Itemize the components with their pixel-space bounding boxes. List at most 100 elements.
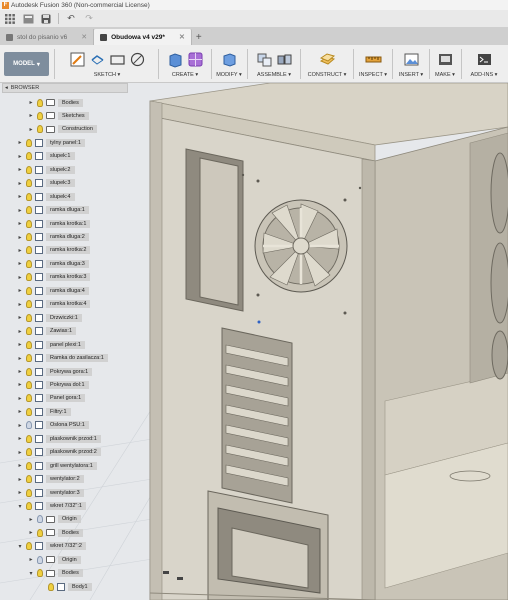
browser-item[interactable]: Body1 [39,581,92,592]
expand-arrow-icon[interactable]: ▸ [17,234,23,241]
expand-arrow-icon[interactable]: ▸ [17,180,23,187]
expand-arrow-icon[interactable]: ▸ [17,381,23,388]
visibility-bulb-icon[interactable] [26,313,32,322]
press-pull-icon[interactable] [221,51,238,68]
browser-item[interactable]: ▸ Zawias:1 [17,326,77,337]
sketch-group[interactable]: SKETCH ▾ [58,48,156,82]
rectangle-icon[interactable] [109,51,126,68]
visibility-bulb-icon[interactable] [26,179,32,188]
create-sketch-icon[interactable] [69,51,86,68]
visibility-bulb-icon[interactable] [48,582,54,591]
visibility-bulb-icon[interactable] [26,448,32,457]
browser-header[interactable]: ◂ BROWSER [2,83,128,93]
visibility-bulb-icon[interactable] [26,152,32,161]
visibility-bulb-icon[interactable] [26,219,32,228]
offset-plane-icon[interactable] [319,51,336,68]
browser-item[interactable]: ▸ tylny panel:1 [17,137,85,148]
browser-item[interactable]: ▸ plaskownik przod:1 [17,433,101,444]
construct-group[interactable]: CONSTRUCT ▾ [303,48,351,82]
visibility-bulb-icon[interactable] [37,528,43,537]
tab-stol-do-pisanio[interactable]: stol do pisanio v6 ✕ [0,29,95,45]
browser-item[interactable]: ▸ Bodies [28,97,83,108]
expand-arrow-icon[interactable]: ▸ [17,355,23,362]
expand-arrow-icon[interactable]: ▸ [17,435,23,442]
inspect-group[interactable]: INSPECT ▾ [356,48,390,82]
collapse-arrow-icon[interactable]: ◂ [5,85,8,91]
visibility-bulb-icon[interactable] [26,367,32,376]
expand-arrow-icon[interactable]: ▸ [17,301,23,308]
browser-item[interactable]: ▸ wentylator:2 [17,474,84,485]
create-group[interactable]: CREATE ▾ [161,48,209,82]
visibility-bulb-icon[interactable] [26,259,32,268]
visibility-bulb-icon[interactable] [26,421,32,430]
browser-item[interactable]: ▸ ramka krotka:1 [17,218,91,229]
expand-arrow-icon[interactable]: ▸ [28,556,34,563]
expand-arrow-icon[interactable]: ▸ [17,408,23,415]
expand-arrow-icon[interactable]: ▸ [17,287,23,294]
expand-arrow-icon[interactable]: ▸ [28,126,34,133]
add-ins-group[interactable]: ADD-INS ▾ [463,48,505,82]
browser-item[interactable]: ▸ Pokrywa dol:1 [17,379,89,390]
visibility-bulb-icon[interactable] [26,407,32,416]
visibility-bulb-icon[interactable] [37,111,43,120]
browser-item[interactable]: ▸ Drzwiczki:1 [17,312,82,323]
browser-item[interactable]: ▸ Bodies [28,527,83,538]
expand-arrow-icon[interactable]: ▸ [17,139,23,146]
visibility-bulb-icon[interactable] [26,461,32,470]
visibility-bulb-icon[interactable] [26,165,32,174]
save-icon[interactable] [40,13,52,25]
expand-arrow-icon[interactable]: ▸ [17,314,23,321]
browser-item[interactable]: ▸ Ramka do zasilacza:1 [17,353,108,364]
expand-arrow-icon[interactable]: ▸ [17,449,23,456]
browser-item[interactable]: ▸ plaskownik przod:2 [17,447,101,458]
browser-item[interactable]: ▸ ramka krotka:4 [17,299,91,310]
expand-arrow-icon[interactable]: ▸ [17,341,23,348]
insert-group[interactable]: INSERT ▾ [395,48,427,82]
expand-open-icon[interactable]: ▾ [17,503,23,510]
visibility-bulb-icon[interactable] [26,273,32,282]
browser-item[interactable]: ▸ wentylator:3 [17,487,84,498]
browser-item[interactable]: ▸ ramka dluga:4 [17,285,89,296]
browser-item[interactable]: ▸ Origin [28,554,81,565]
expand-arrow-icon[interactable]: ▸ [17,422,23,429]
browser-item[interactable]: ▸ ramka krotka:2 [17,245,91,256]
visibility-bulb-icon[interactable] [26,138,32,147]
expand-arrow-icon[interactable]: ▸ [17,274,23,281]
visibility-bulb-icon[interactable] [26,488,32,497]
file-icon[interactable] [22,13,34,25]
expand-arrow-icon[interactable]: ▸ [17,247,23,254]
browser-item[interactable]: ▸ ramka dluga:3 [17,258,89,269]
expand-arrow-icon[interactable]: ▸ [17,395,23,402]
browser-item[interactable]: ▾ wkret 7/32":2 [17,541,86,552]
browser-item[interactable]: ▸ slupek:4 [17,191,75,202]
browser-item[interactable]: ▸ ramka krotka:3 [17,272,91,283]
browser-item[interactable]: ▸ slupek:3 [17,178,75,189]
browser-item[interactable]: ▾ Bodies [28,568,83,579]
browser-item[interactable]: ▸ slupek:1 [17,151,75,162]
expand-open-icon[interactable]: ▾ [17,543,23,550]
insert-image-icon[interactable] [403,51,420,68]
measure-icon[interactable] [365,51,382,68]
visibility-bulb-icon[interactable] [26,380,32,389]
browser-item[interactable]: ▸ Construction [28,124,97,135]
modify-group[interactable]: MODIFY ▾ [213,48,245,82]
visibility-bulb-icon[interactable] [26,340,32,349]
browser-item[interactable]: ▸ Origin [28,514,81,525]
visibility-bulb-icon[interactable] [26,300,32,309]
expand-arrow-icon[interactable]: ▸ [28,529,34,536]
visibility-bulb-icon[interactable] [26,233,32,241]
grid-menu-icon[interactable] [4,13,16,25]
browser-item[interactable]: ▸ ramka dluga:1 [17,205,89,216]
visibility-bulb-icon[interactable] [26,475,32,484]
expand-arrow-icon[interactable]: ▸ [17,260,23,267]
browser-item[interactable]: ▸ Sketches [28,110,89,121]
expand-arrow-icon[interactable]: ▸ [17,153,23,160]
visibility-bulb-icon[interactable] [37,98,43,107]
browser-item[interactable]: ▸ panel plexi:1 [17,339,85,350]
expand-arrow-icon[interactable]: ▸ [17,328,23,335]
visibility-bulb-icon[interactable] [26,502,32,510]
redo-icon[interactable]: ↷ [83,13,95,25]
expand-arrow-icon[interactable]: ▸ [28,99,34,106]
joint-icon[interactable] [276,51,293,68]
new-tab-plus-icon[interactable]: + [192,29,206,45]
